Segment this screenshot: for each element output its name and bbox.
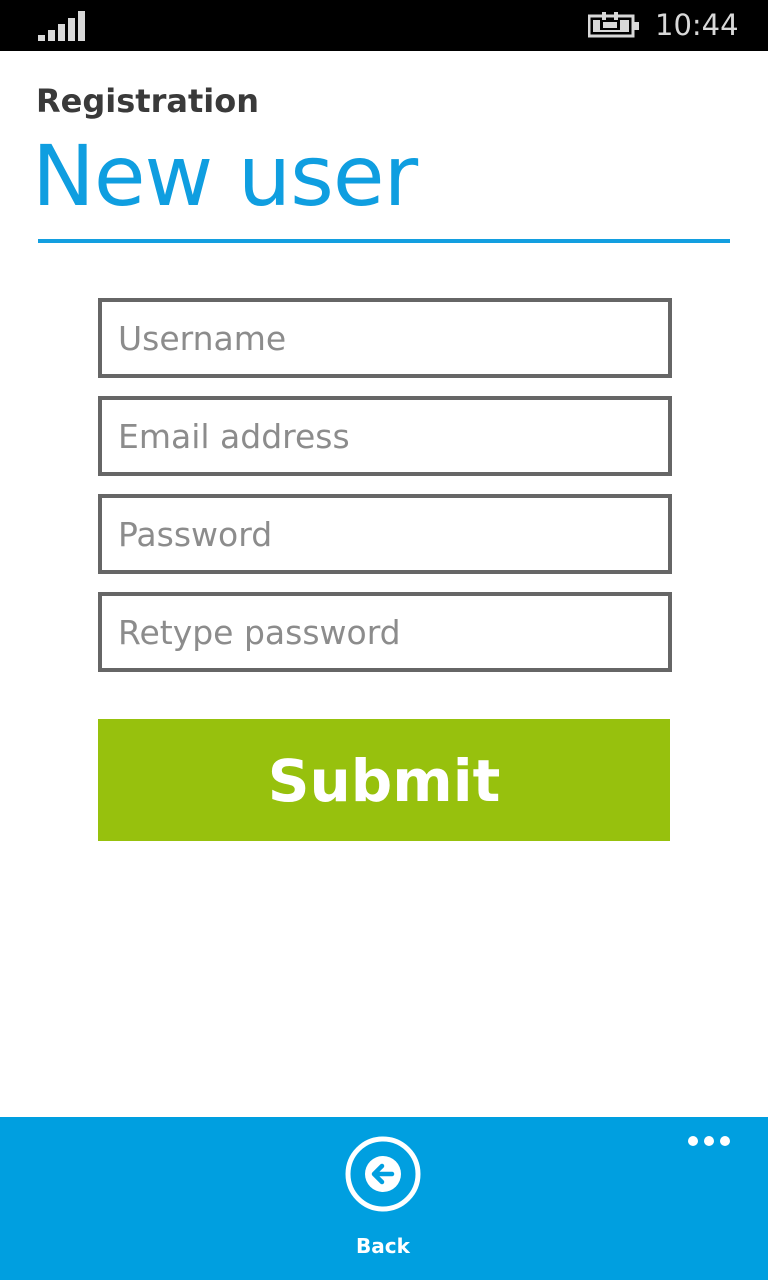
retype-password-input[interactable] xyxy=(98,592,672,672)
screen: 10:44 Registration New user Submit Back xyxy=(0,0,768,1280)
app-bar: Back xyxy=(0,1117,768,1280)
password-input[interactable] xyxy=(98,494,672,574)
email-input[interactable] xyxy=(98,396,672,476)
status-bar: 10:44 xyxy=(0,0,768,51)
ellipsis-icon[interactable] xyxy=(686,1134,732,1148)
back-button[interactable]: Back xyxy=(330,1135,436,1271)
arrow-left-circle-icon xyxy=(345,1136,421,1212)
back-label: Back xyxy=(356,1234,410,1258)
username-input[interactable] xyxy=(98,298,672,378)
title-divider xyxy=(38,239,730,243)
page-title: New user xyxy=(32,127,418,225)
submit-button[interactable]: Submit xyxy=(98,719,670,841)
signal-bars-icon xyxy=(38,11,85,41)
app-name: Registration xyxy=(36,82,259,120)
battery-charging-icon xyxy=(588,12,639,38)
status-time: 10:44 xyxy=(655,8,739,42)
